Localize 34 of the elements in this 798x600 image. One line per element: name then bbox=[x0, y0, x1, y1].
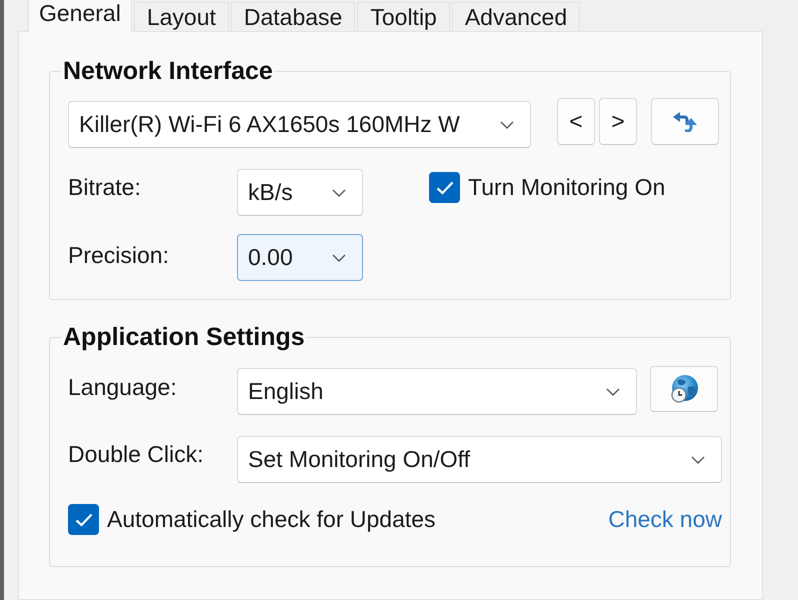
checkbox-label[interactable]: Automatically check for Updates bbox=[107, 506, 436, 533]
tab[interactable]: Advanced bbox=[452, 2, 580, 31]
checkbox[interactable] bbox=[68, 504, 99, 535]
double-click-dropdown[interactable]: Set Monitoring On/Off bbox=[237, 436, 722, 483]
check-icon bbox=[436, 180, 454, 194]
chevron-down-icon bbox=[691, 456, 705, 464]
tab[interactable]: General bbox=[28, 0, 132, 32]
language-dropdown[interactable]: English bbox=[237, 368, 637, 415]
chevron-down-icon bbox=[332, 188, 346, 196]
field-label: Bitrate: bbox=[68, 173, 142, 201]
adapter-dropdown[interactable]: Killer(R) Wi-Fi 6 AX1650s 160MHz W bbox=[68, 101, 531, 148]
chevron-down-icon bbox=[500, 120, 514, 128]
chevron-down-icon bbox=[332, 254, 346, 262]
tab[interactable]: Layout bbox=[134, 2, 229, 31]
checkbox-label[interactable]: Turn Monitoring On bbox=[468, 174, 666, 201]
field-label: Language: bbox=[68, 373, 178, 401]
check-icon bbox=[74, 512, 92, 526]
language-button[interactable] bbox=[650, 366, 718, 412]
field-label: Precision: bbox=[68, 241, 170, 269]
field-label: Double Click: bbox=[68, 440, 204, 468]
refresh-button[interactable] bbox=[651, 98, 719, 145]
next-button[interactable]: > bbox=[599, 98, 637, 145]
group-title: Network Interface bbox=[62, 58, 274, 84]
tab[interactable]: Tooltip bbox=[357, 2, 450, 31]
refresh-icon bbox=[673, 112, 697, 132]
precision-dropdown[interactable]: 0.00 bbox=[237, 234, 363, 281]
chevron-down-icon bbox=[606, 388, 620, 396]
previous-button[interactable]: < bbox=[557, 98, 595, 145]
tab[interactable]: Database bbox=[230, 2, 356, 31]
globe-clock-icon bbox=[670, 375, 698, 403]
checkbox[interactable] bbox=[429, 172, 460, 203]
group-title: Application Settings bbox=[62, 324, 306, 350]
bitrate-dropdown[interactable]: kB/s bbox=[237, 169, 363, 216]
check-now-link[interactable]: Check now bbox=[608, 506, 722, 533]
